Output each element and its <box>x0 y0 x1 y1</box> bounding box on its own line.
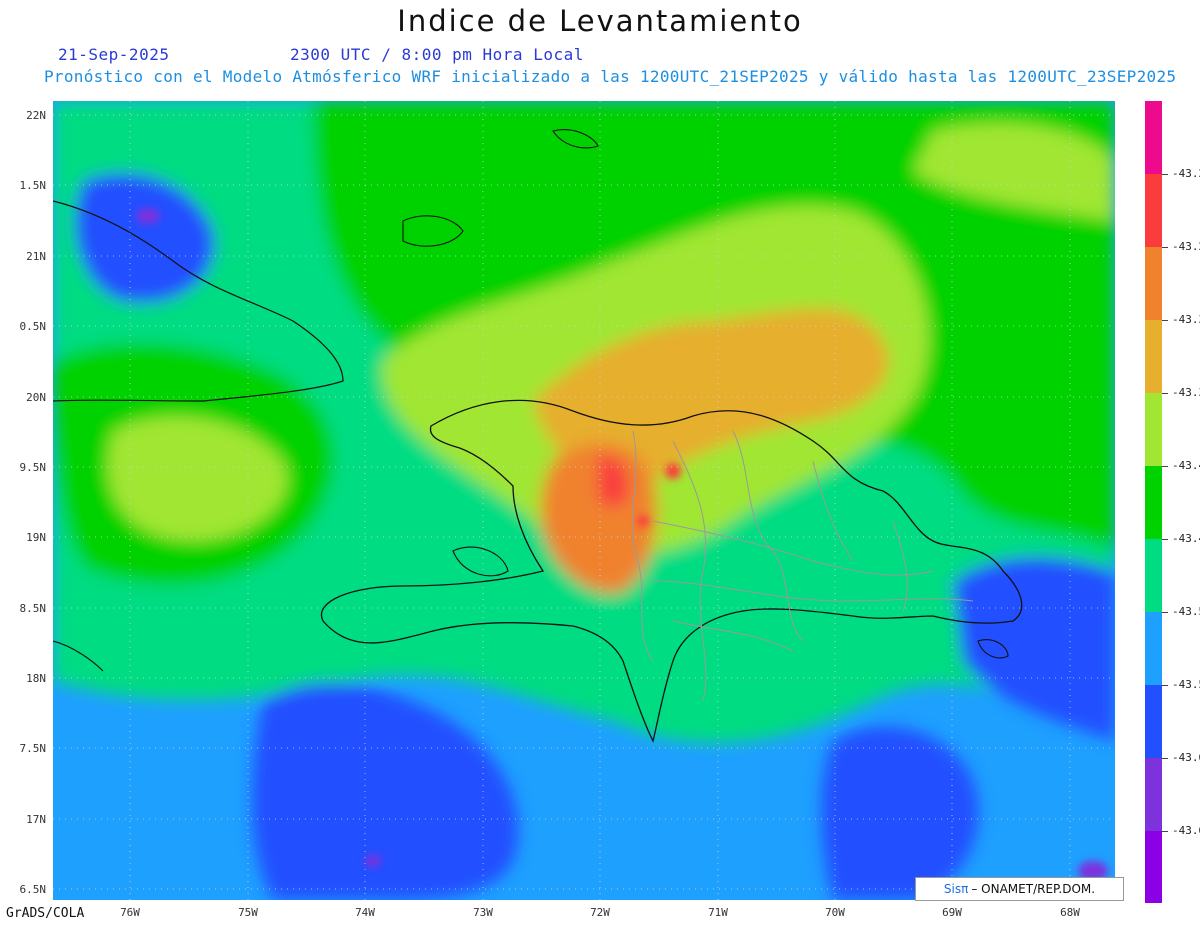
colorbar-swatch <box>1145 101 1162 174</box>
colorbar-label: -43.3 <box>1172 386 1200 399</box>
colorbar-swatch <box>1145 831 1162 903</box>
forecast-time: 2300 UTC / 8:00 pm Hora Local <box>290 45 584 64</box>
colorbar-swatch <box>1145 247 1162 320</box>
map-title: Indice de Levantamiento <box>397 4 803 38</box>
lat-label: 8.5N <box>19 602 47 615</box>
lat-label: 22N <box>26 109 46 122</box>
lon-label: 73W <box>473 906 493 919</box>
colorbar-tick <box>1162 612 1168 613</box>
colorbar-tick <box>1162 685 1168 686</box>
colorbar-label: -43.6 <box>1172 751 1200 764</box>
credit-brand: Sisπ <box>943 882 969 896</box>
colorbar-label: -43.6 <box>1172 824 1200 837</box>
colorbar <box>1145 101 1162 903</box>
lat-label: 1.5N <box>19 179 47 192</box>
credit-text: – ONAMET/REP.DOM. <box>971 882 1096 896</box>
colorbar-swatch <box>1145 466 1162 539</box>
lon-label: 72W <box>590 906 610 919</box>
lat-label: 20N <box>26 391 46 404</box>
colorbar-swatch <box>1145 685 1162 758</box>
lat-label: 17N <box>26 813 46 826</box>
grads-footer: GrADS/COLA <box>6 906 85 921</box>
colorbar-label: -43.5 <box>1172 605 1200 618</box>
colorbar-label: -43.5 <box>1172 678 1200 691</box>
lat-label: 7.5N <box>19 742 47 755</box>
colorbar-tick <box>1162 758 1168 759</box>
forecast-date: 21-Sep-2025 <box>58 45 170 64</box>
colorbar-label: -43.3 <box>1172 313 1200 326</box>
colorbar-swatch <box>1145 393 1162 466</box>
lon-label: 68W <box>1060 906 1080 919</box>
lon-label: 71W <box>708 906 728 919</box>
lon-label: 70W <box>825 906 845 919</box>
colorbar-swatch <box>1145 539 1162 612</box>
colorbar-tick <box>1162 539 1168 540</box>
lon-label: 75W <box>238 906 258 919</box>
colorbar-label: -43.2 <box>1172 167 1200 180</box>
colorbar-tick <box>1162 466 1168 467</box>
lon-label: 76W <box>120 906 140 919</box>
map-canvas <box>53 101 1115 900</box>
colorbar-tick <box>1162 320 1168 321</box>
colorbar-label: -43.4 <box>1172 459 1200 472</box>
colorbar-tick <box>1162 247 1168 248</box>
lat-label: 18N <box>26 672 46 685</box>
colorbar-swatch <box>1145 174 1162 247</box>
lon-label: 69W <box>942 906 962 919</box>
colorbar-label: -43.2 <box>1172 240 1200 253</box>
credit-box: Sisπ – ONAMET/REP.DOM. <box>915 877 1124 901</box>
lon-label: 74W <box>355 906 375 919</box>
lat-label: 0.5N <box>19 320 47 333</box>
colorbar-label: -43.4 <box>1172 532 1200 545</box>
lifted-index-map <box>53 101 1115 900</box>
colorbar-swatch <box>1145 612 1162 685</box>
colorbar-swatch <box>1145 758 1162 831</box>
colorbar-swatch <box>1145 320 1162 393</box>
colorbar-tick <box>1162 831 1168 832</box>
colorbar-tick <box>1162 174 1168 175</box>
lat-label: 9.5N <box>19 461 47 474</box>
lat-label: 6.5N <box>19 883 47 896</box>
forecast-description: Pronóstico con el Modelo Atmósferico WRF… <box>44 67 1177 86</box>
colorbar-tick <box>1162 393 1168 394</box>
lat-label: 21N <box>26 250 46 263</box>
lat-label: 19N <box>26 531 46 544</box>
